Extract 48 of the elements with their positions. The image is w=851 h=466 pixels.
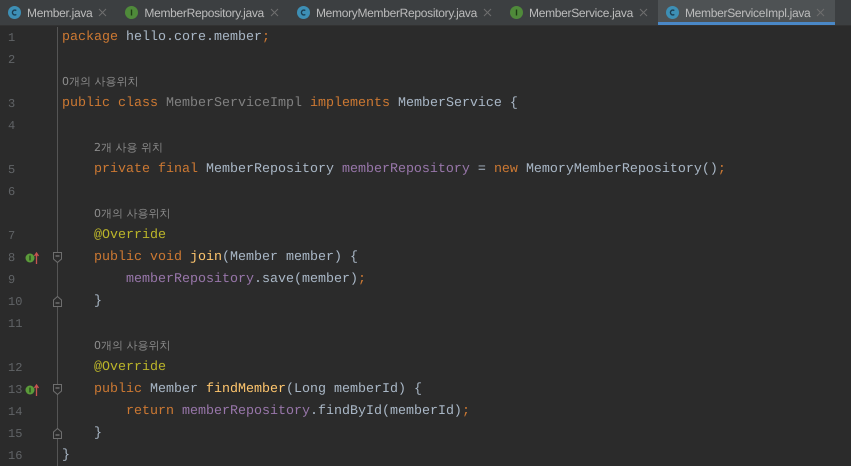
code-line: public class MemberServiceImpl implements MemberService { [62,95,518,113]
line-number: 1 [8,30,16,47]
code-line: public Member findMember(Long memberId) { [92,381,422,399]
line-number: 10 [8,294,22,311]
fold-end-icon[interactable] [53,296,62,307]
line-number: 7 [8,228,16,245]
code-line: @Override [92,227,166,245]
class-icon [8,6,21,19]
code-line: } [92,293,102,311]
file-tab[interactable]: MemberRepository.java [117,0,289,25]
class-icon [666,6,679,19]
line-number: 14 [8,404,22,421]
file-tab[interactable]: MemberServiceImpl.java [658,0,836,25]
line-number: 3 [8,96,16,113]
fold-start-icon[interactable] [53,252,62,263]
interface-icon [125,6,138,19]
file-tab[interactable]: MemoryMemberRepository.java [288,0,502,25]
line-number: 4 [8,118,16,135]
code-line: } [92,425,102,443]
usage-hint[interactable]: 0개의 사용위치 [62,74,138,90]
line-number: 2 [8,52,16,69]
fold-start-icon[interactable] [53,384,62,395]
interface-icon [510,6,523,19]
line-number: 6 [8,184,16,201]
implements-marker-icon[interactable] [25,252,39,264]
fold-end-icon[interactable] [53,428,62,439]
usage-hint[interactable]: 2개 사용 위치 [94,140,163,156]
line-number: 12 [8,360,22,377]
file-tab[interactable]: MemberService.java [502,0,658,25]
line-number: 8 [8,250,16,267]
code-line: memberRepository.save(member); [124,271,366,289]
line-number: 5 [8,162,16,179]
code-line: return memberRepository.findById(memberId); [124,403,470,421]
class-icon [296,6,310,19]
code-line: private final MemberRepository memberRepository = new MemoryMemberRepository(); [92,161,726,179]
line-number: 16 [8,448,22,465]
usage-hint[interactable]: 0개의 사용위치 [94,338,170,354]
line-number: 9 [8,272,16,289]
implements-marker-icon[interactable] [25,384,39,396]
code-line: @Override [92,359,166,377]
line-number: 13 [8,382,22,399]
usage-hint[interactable]: 0개의 사용위치 [94,206,170,222]
file-tab[interactable]: Member.java [0,0,118,25]
code-line: public void join(Member member) { [92,249,358,267]
line-number: 15 [8,426,22,443]
code-line: package hello.core.member; [62,29,270,47]
line-number: 11 [8,316,22,333]
code-line: } [62,447,70,465]
